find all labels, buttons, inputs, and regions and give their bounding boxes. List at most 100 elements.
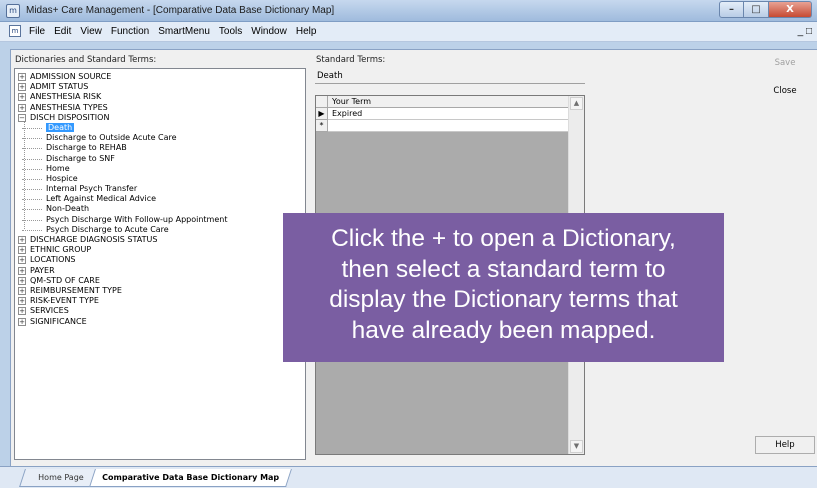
tree-child-label: Discharge to REHAB (46, 143, 127, 153)
new-row-indicator: * (316, 120, 328, 132)
tree-list: + ADMISSION SOURCE + ADMIT STATUS + ANESTHESI… (17, 72, 227, 327)
expand-icon[interactable]: + (18, 73, 26, 81)
menu-help[interactable]: Help (296, 26, 317, 37)
menu-window[interactable]: Window (251, 26, 287, 37)
tab-dictionary-map[interactable]: Comparative Data Base Dictionary Map (89, 469, 292, 487)
tree-child-label: Left Against Medical Advice (46, 194, 157, 204)
expand-icon[interactable]: + (18, 297, 26, 306)
tree-child-label: Psych Discharge to Acute Care (46, 224, 169, 234)
expand-icon[interactable]: + (18, 256, 26, 265)
tree-node[interactable]: + QM-STD OF CARE (17, 276, 227, 286)
tree-child-term[interactable]: Death (17, 122, 227, 133)
scroll-up-icon[interactable]: ▲ (570, 97, 583, 110)
tree-child-term[interactable]: Psych Discharge With Follow-up Appointme… (17, 215, 227, 225)
title-bar: m Midas+ Care Management - [Comparative … (0, 0, 817, 22)
document-icon[interactable]: m (9, 25, 21, 37)
grid-cell[interactable] (328, 120, 569, 132)
grid-header: Your Term (316, 96, 569, 108)
expand-icon[interactable]: + (18, 236, 26, 244)
callout-line: display the Dictionary terms that (329, 286, 678, 313)
tree-node-label: QM-STD OF CARE (30, 275, 100, 285)
mdi-controls[interactable]: _ □ (798, 26, 812, 37)
help-button[interactable]: Help (755, 436, 815, 454)
tree-child-label: Death (46, 122, 75, 132)
expand-icon[interactable]: + (18, 246, 26, 255)
tree-node[interactable]: + ADMIT STATUS (17, 82, 227, 92)
tree-child-term[interactable]: Discharge to SNF (17, 154, 227, 164)
menu-smartmenu[interactable]: SmartMenu (158, 26, 210, 37)
tree-node-label: ADMISSION SOURCE (30, 72, 112, 81)
tree-node[interactable]: + ADMISSION SOURCE (17, 72, 227, 82)
menu-edit[interactable]: Edit (54, 26, 71, 37)
grid-new-row[interactable]: * (316, 120, 569, 132)
dictionary-tree[interactable]: + ADMISSION SOURCE + ADMIT STATUS + ANESTHESI… (14, 68, 306, 460)
tree-child-term[interactable]: Internal Psych Transfer (17, 184, 227, 194)
window-controls: – □ X (719, 1, 812, 18)
tree-child-term[interactable]: Discharge to REHAB (17, 143, 227, 153)
dictionaries-label: Dictionaries and Standard Terms: (15, 55, 157, 65)
menu-items: File Edit View Function SmartMenu Tools … (29, 26, 325, 37)
tree-node-label: REIMBURSEMENT TYPE (30, 285, 122, 295)
tree-node-label: RISK-EVENT TYPE (30, 296, 99, 306)
tree-node[interactable]: + LOCATIONS (17, 255, 227, 265)
tree-child-term[interactable]: Discharge to Outside Acute Care (17, 133, 227, 143)
save-button[interactable]: Save (755, 54, 815, 72)
expand-icon[interactable]: + (18, 103, 26, 112)
tree-node[interactable]: + ANESTHESIA TYPES (17, 103, 227, 113)
standard-terms-label: Standard Terms: (316, 55, 386, 65)
close-button[interactable]: Close (755, 82, 815, 100)
tree-child-term[interactable]: Left Against Medical Advice (17, 194, 227, 204)
menu-function[interactable]: Function (111, 26, 149, 37)
expand-icon[interactable]: + (18, 276, 26, 285)
tree-child-label: Hospice (46, 173, 78, 183)
tree-node-label: ANESTHESIA TYPES (30, 102, 108, 112)
tree-child-term[interactable]: Hospice (17, 174, 227, 184)
tree-child-term[interactable]: Non-Death (17, 204, 227, 214)
tree-node[interactable]: − DISCH DISPOSITION (17, 113, 227, 123)
maximize-button[interactable]: □ (744, 1, 769, 18)
expand-icon[interactable]: + (18, 83, 26, 92)
tree-guide-line (23, 122, 25, 230)
expand-icon[interactable]: + (18, 93, 26, 102)
tree-node[interactable]: + REIMBURSEMENT TYPE (17, 286, 227, 296)
tab-home-label: Home Page (38, 473, 84, 482)
expand-icon[interactable]: + (18, 317, 26, 326)
menu-tools[interactable]: Tools (219, 26, 242, 37)
tree-node-label: ETHNIC GROUP (30, 245, 92, 255)
tree-child-label: Discharge to SNF (46, 153, 115, 163)
tree-child-label: Non-Death (46, 204, 90, 214)
expand-icon[interactable]: + (18, 286, 26, 295)
tree-node-label: SERVICES (30, 306, 69, 316)
close-window-button[interactable]: X (769, 1, 812, 18)
callout-line: Click the + to open a Dictionary, (331, 225, 676, 252)
standard-term-field: Death (315, 68, 585, 84)
grid-cell[interactable]: Expired (328, 108, 569, 120)
tab-active-label: Comparative Data Base Dictionary Map (102, 473, 280, 482)
grid-corner (316, 96, 328, 108)
app-icon[interactable]: m (6, 4, 20, 18)
tree-node-label: PAYER (30, 265, 55, 275)
scroll-down-icon[interactable]: ▼ (570, 440, 583, 453)
row-indicator: ▶ (316, 108, 328, 120)
window-title: Midas+ Care Management - [Comparative Da… (26, 5, 335, 16)
menu-view[interactable]: View (80, 26, 102, 37)
document-tabs: Home Page Comparative Data Base Dictiona… (0, 466, 817, 488)
tree-child-term[interactable]: Psych Discharge to Acute Care (17, 225, 227, 235)
tree-node[interactable]: + SIGNIFICANCE (17, 317, 227, 327)
expand-icon[interactable]: + (18, 266, 26, 275)
tree-child-label: Psych Discharge With Follow-up Appointme… (46, 214, 228, 224)
expand-icon[interactable]: + (18, 307, 26, 316)
minimize-button[interactable]: – (719, 1, 744, 18)
menu-file[interactable]: File (29, 26, 45, 37)
tree-node[interactable]: + RISK-EVENT TYPE (17, 296, 227, 306)
collapse-icon[interactable]: − (18, 113, 26, 122)
tree-node[interactable]: + SERVICES (17, 306, 227, 316)
tree-node[interactable]: + DISCHARGE DIAGNOSIS STATUS (17, 235, 227, 245)
column-header-your-term[interactable]: Your Term (328, 96, 569, 108)
tree-node[interactable]: + PAYER (17, 266, 227, 276)
grid-row[interactable]: ▶ Expired (316, 108, 569, 120)
tree-node[interactable]: + ANESTHESIA RISK (17, 92, 227, 102)
tree-child-term[interactable]: Home (17, 164, 227, 174)
tree-node[interactable]: + ETHNIC GROUP (17, 245, 227, 255)
callout-line: then select a standard term to (341, 255, 666, 283)
